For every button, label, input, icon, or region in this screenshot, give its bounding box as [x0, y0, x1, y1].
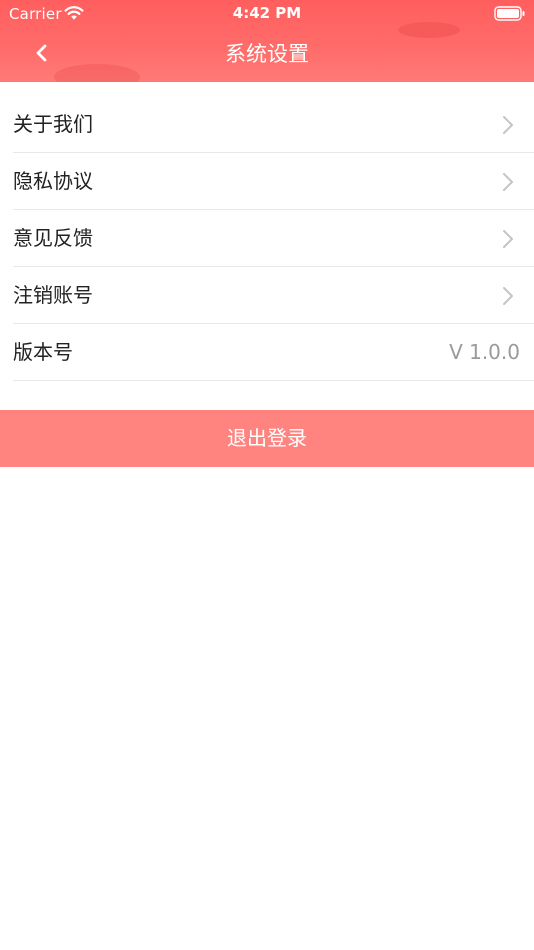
header: Carrier 4:42 PM 系统设置 [0, 0, 534, 82]
version-label: 版本号 [13, 340, 73, 364]
settings-item-label: 注销账号 [13, 283, 93, 307]
chevron-right-icon [503, 287, 513, 305]
back-button[interactable] [28, 39, 56, 67]
status-bar: Carrier 4:42 PM [0, 0, 534, 28]
logout-button[interactable]: 退出登录 [0, 410, 534, 467]
chevron-left-icon [36, 44, 47, 62]
settings-screen: Carrier 4:42 PM 系统设置 关于我们 隐私协议 意见反馈 注销账号… [0, 0, 534, 950]
settings-item-label: 意见反馈 [13, 226, 93, 250]
settings-item-delete-account[interactable]: 注销账号 [13, 267, 534, 324]
settings-item-about-us[interactable]: 关于我们 [13, 96, 534, 153]
settings-list: 关于我们 隐私协议 意见反馈 注销账号 版本号 V 1.0.0 [0, 96, 534, 381]
settings-item-version: 版本号 V 1.0.0 [13, 324, 534, 381]
version-value: V 1.0.0 [449, 340, 520, 364]
settings-item-privacy-policy[interactable]: 隐私协议 [13, 153, 534, 210]
navigation-bar: 系统设置 [0, 28, 534, 82]
status-time: 4:42 PM [232, 4, 302, 22]
chevron-right-icon [503, 173, 513, 191]
chevron-right-icon [503, 230, 513, 248]
page-title: 系统设置 [225, 42, 309, 66]
settings-item-feedback[interactable]: 意见反馈 [13, 210, 534, 267]
settings-item-label: 隐私协议 [13, 169, 93, 193]
settings-item-label: 关于我们 [13, 112, 93, 136]
battery-icon [494, 6, 525, 21]
chevron-right-icon [503, 116, 513, 134]
